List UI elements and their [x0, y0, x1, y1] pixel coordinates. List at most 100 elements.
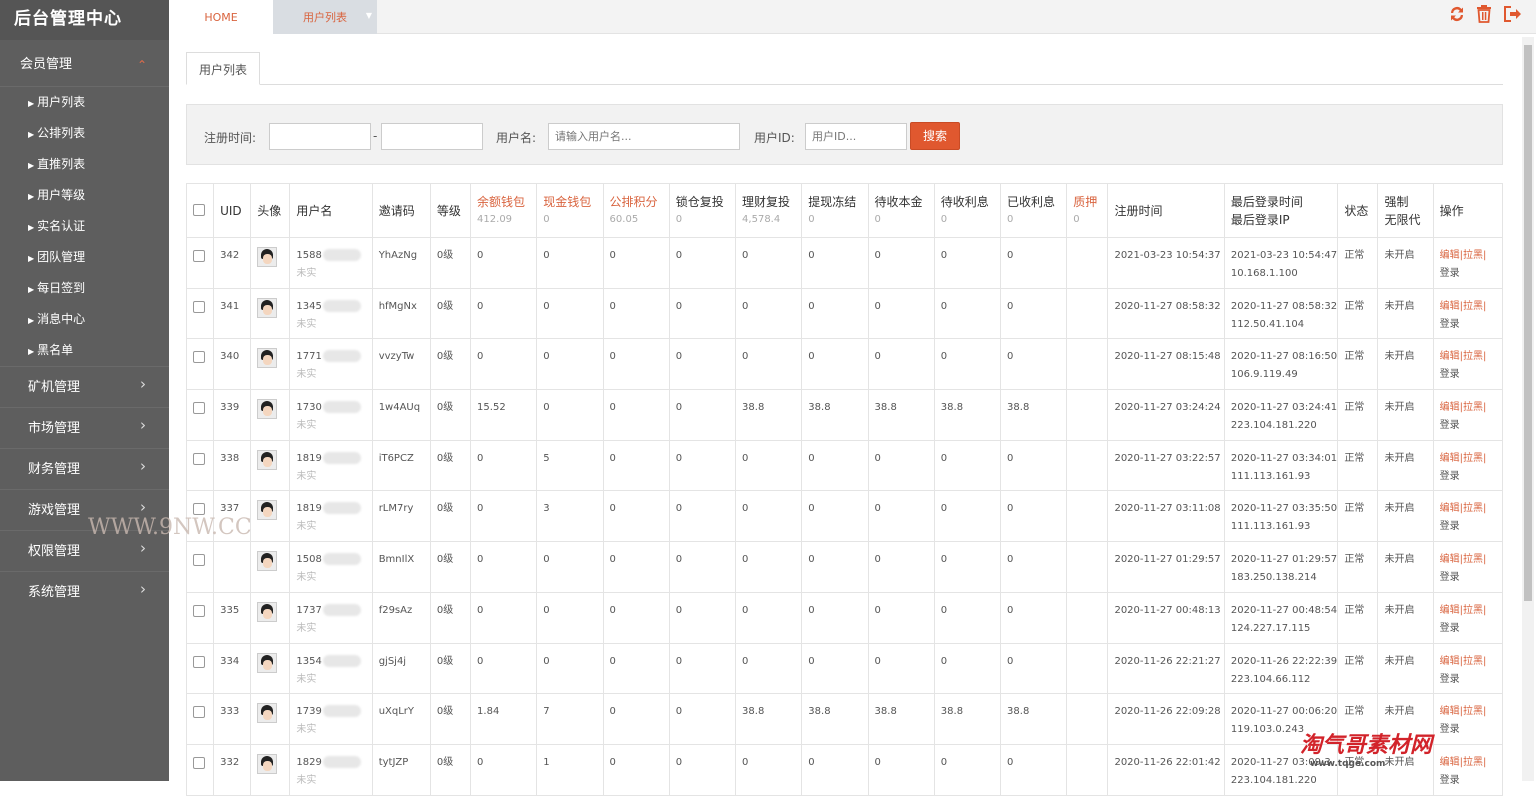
- row-checkbox-cell[interactable]: [185, 389, 215, 441]
- col-pledge[interactable]: 质押 0: [1066, 183, 1109, 238]
- edit-link[interactable]: 编辑|: [1440, 250, 1463, 261]
- col-cash-wallet[interactable]: 现金钱包 0: [536, 183, 604, 238]
- row-checkbox-cell[interactable]: [185, 287, 215, 340]
- blacklist-link[interactable]: 拉黑|: [1463, 706, 1486, 717]
- select-all-checkbox[interactable]: [193, 203, 205, 216]
- row-checkbox[interactable]: [193, 604, 205, 617]
- blacklist-link[interactable]: 拉黑|: [1463, 656, 1486, 667]
- sidebar-subitem[interactable]: ▶ 用户等级: [0, 180, 169, 211]
- sidebar-subitem[interactable]: ▶ 公排列表: [0, 118, 169, 149]
- row-checkbox[interactable]: [193, 250, 205, 262]
- row-checkbox[interactable]: [193, 756, 205, 769]
- cell-force-toggle[interactable]: 未开启: [1377, 338, 1434, 391]
- blacklist-link[interactable]: 拉黑|: [1463, 554, 1486, 565]
- login-as-link[interactable]: 登录: [1440, 775, 1460, 786]
- cell-force-toggle[interactable]: 未开启: [1377, 642, 1434, 695]
- row-checkbox[interactable]: [193, 554, 205, 567]
- menu-member-management[interactable]: 会员管理 ⌃: [0, 40, 169, 87]
- cell-force-toggle[interactable]: 未开启: [1377, 237, 1434, 289]
- login-as-link[interactable]: 登录: [1440, 319, 1460, 330]
- scrollbar-thumb[interactable]: [1524, 45, 1532, 601]
- login-as-link[interactable]: 登录: [1440, 420, 1460, 431]
- sidebar-subitem[interactable]: ▶ 消息中心: [0, 304, 169, 335]
- vertical-scrollbar[interactable]: [1522, 37, 1534, 781]
- row-checkbox[interactable]: [193, 503, 205, 516]
- sidebar-section[interactable]: 矿机管理 ›: [0, 366, 169, 407]
- cell-force-toggle[interactable]: 未开启: [1377, 591, 1434, 644]
- blacklist-link[interactable]: 拉黑|: [1463, 250, 1486, 261]
- reg-start-date-input[interactable]: [269, 123, 371, 150]
- login-as-link[interactable]: 登录: [1440, 572, 1460, 583]
- login-as-link[interactable]: 登录: [1440, 674, 1460, 685]
- sidebar-section[interactable]: 系统管理 ›: [0, 571, 169, 612]
- row-checkbox-cell[interactable]: [185, 541, 215, 593]
- row-checkbox-cell[interactable]: [185, 439, 215, 492]
- tab-home[interactable]: HOME: [169, 0, 273, 34]
- login-as-link[interactable]: 登录: [1440, 521, 1460, 532]
- cell-force-toggle[interactable]: 未开启: [1377, 389, 1434, 441]
- row-checkbox-cell[interactable]: [185, 237, 215, 289]
- edit-link[interactable]: 编辑|: [1440, 656, 1463, 667]
- row-checkbox-cell[interactable]: [185, 591, 215, 644]
- row-checkbox-cell[interactable]: [185, 338, 215, 391]
- sidebar-subitem[interactable]: ▶ 实名认证: [0, 211, 169, 242]
- edit-link[interactable]: 编辑|: [1440, 554, 1463, 565]
- login-as-link[interactable]: 登录: [1440, 471, 1460, 482]
- login-as-link[interactable]: 登录: [1440, 369, 1460, 380]
- search-button[interactable]: 搜索: [910, 122, 960, 150]
- username-input[interactable]: [548, 123, 740, 150]
- sidebar-subitem[interactable]: ▶ 用户列表: [0, 87, 169, 118]
- row-checkbox[interactable]: [193, 452, 205, 465]
- cell-force-toggle[interactable]: 未开启: [1377, 541, 1434, 593]
- tab-user-list[interactable]: 用户列表 ▼: [273, 0, 377, 34]
- blacklist-link[interactable]: 拉黑|: [1463, 757, 1486, 768]
- watermark-url: www.tqge.com: [1310, 759, 1386, 769]
- sidebar-subitem[interactable]: ▶ 直推列表: [0, 149, 169, 180]
- reg-end-date-input[interactable]: [381, 123, 483, 150]
- login-as-link[interactable]: 登录: [1440, 724, 1460, 735]
- sidebar-subitem[interactable]: ▶ 黑名单: [0, 335, 169, 366]
- edit-link[interactable]: 编辑|: [1440, 706, 1463, 717]
- logout-icon[interactable]: [1502, 4, 1521, 26]
- row-checkbox[interactable]: [193, 300, 205, 313]
- sidebar-subitem[interactable]: ▶ 团队管理: [0, 242, 169, 273]
- blacklist-link[interactable]: 拉黑|: [1463, 351, 1486, 362]
- content-tab-user-list[interactable]: 用户列表: [186, 52, 260, 85]
- login-as-link[interactable]: 登录: [1440, 268, 1460, 279]
- login-as-link[interactable]: 登录: [1440, 623, 1460, 634]
- refresh-icon[interactable]: [1448, 4, 1466, 26]
- edit-link[interactable]: 编辑|: [1440, 301, 1463, 312]
- edit-link[interactable]: 编辑|: [1440, 402, 1463, 413]
- cell-force-toggle[interactable]: 未开启: [1377, 490, 1434, 543]
- edit-link[interactable]: 编辑|: [1440, 453, 1463, 464]
- row-checkbox[interactable]: [193, 706, 205, 719]
- blacklist-link[interactable]: 拉黑|: [1463, 402, 1486, 413]
- edit-link[interactable]: 编辑|: [1440, 605, 1463, 616]
- edit-link[interactable]: 编辑|: [1440, 351, 1463, 362]
- col-points[interactable]: 公排积分 60.05: [602, 183, 670, 238]
- col-balance-wallet[interactable]: 余额钱包 412.09: [470, 183, 538, 238]
- uid-input[interactable]: [805, 123, 907, 150]
- cell-force-toggle[interactable]: 未开启: [1377, 439, 1434, 492]
- blacklist-link[interactable]: 拉黑|: [1463, 453, 1486, 464]
- row-checkbox-cell[interactable]: [185, 693, 215, 745]
- select-all-checkbox-cell[interactable]: [185, 183, 215, 238]
- sidebar: 后台管理中心 会员管理 ⌃ ▶ 用户列表 ▶ 公排列表 ▶ 直推列表 ▶ 用户等级 ▶ 实名认证 ▶…: [0, 0, 169, 781]
- tab-dropdown-icon[interactable]: ▼: [366, 0, 372, 34]
- row-checkbox[interactable]: [193, 655, 205, 668]
- blacklist-link[interactable]: 拉黑|: [1463, 301, 1486, 312]
- edit-link[interactable]: 编辑|: [1440, 757, 1463, 768]
- sidebar-section[interactable]: 市场管理 ›: [0, 407, 169, 448]
- sidebar-subitem[interactable]: ▶ 每日签到: [0, 273, 169, 304]
- edit-link[interactable]: 编辑|: [1440, 503, 1463, 514]
- row-checkbox[interactable]: [193, 351, 205, 364]
- blacklist-link[interactable]: 拉黑|: [1463, 503, 1486, 514]
- row-checkbox[interactable]: [193, 402, 205, 415]
- row-checkbox-cell[interactable]: [185, 642, 215, 695]
- blacklist-link[interactable]: 拉黑|: [1463, 605, 1486, 616]
- trash-icon[interactable]: [1475, 4, 1493, 26]
- sidebar-section[interactable]: 财务管理 ›: [0, 448, 169, 489]
- row-checkbox-cell[interactable]: [185, 743, 215, 796]
- cell-force-toggle[interactable]: 未开启: [1377, 287, 1434, 340]
- cell-pledge: [1066, 642, 1109, 695]
